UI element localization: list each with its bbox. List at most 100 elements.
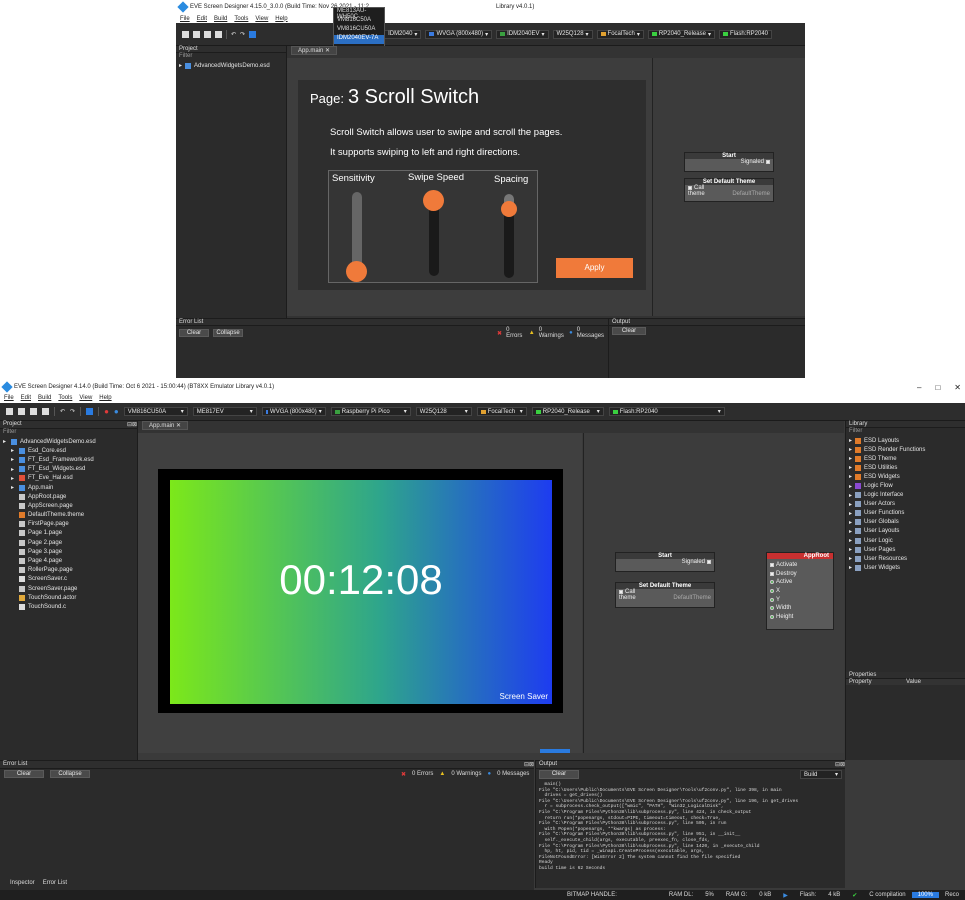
tab-inspector[interactable]: Inspector: [10, 880, 35, 890]
dropdown-item[interactable]: ME813AU-WH50C: [334, 8, 384, 20]
redo-icon[interactable]: ↷: [70, 408, 75, 415]
menu-build[interactable]: Build: [38, 395, 51, 401]
approot-pin[interactable]: X: [770, 587, 831, 596]
project-tree-item[interactable]: RollerPage.page: [0, 566, 137, 575]
signaled-pin[interactable]: Signaled: [685, 159, 773, 165]
approot-pin[interactable]: Destroy: [770, 570, 831, 579]
project-tree-item[interactable]: AppScreen.page: [0, 501, 137, 510]
project-tree-item[interactable]: Page 1.page: [0, 529, 137, 538]
top-node-set-default-theme[interactable]: Set Default Theme Call theme DefaultTheme: [684, 178, 774, 202]
minimize-icon[interactable]: –: [917, 383, 921, 392]
dropdown-item-selected[interactable]: IDM2040EV-7A: [334, 35, 384, 44]
library-item[interactable]: ▸ ESD Theme: [846, 454, 965, 463]
top-clear-button[interactable]: Clear: [179, 329, 210, 337]
save-icon[interactable]: [204, 30, 211, 38]
new-file-icon[interactable]: [6, 408, 13, 415]
sensitivity-slider-knob[interactable]: [346, 261, 367, 282]
theme-pin[interactable]: theme DefaultTheme: [616, 595, 714, 601]
build-icon[interactable]: [249, 30, 257, 38]
library-item[interactable]: ▸ User Functions: [846, 509, 965, 518]
theme-pin[interactable]: theme DefaultTheme: [685, 191, 773, 197]
library-item[interactable]: ▸ User Resources: [846, 554, 965, 563]
top-combo-resolution[interactable]: WVGA (800x480) ▾: [425, 29, 493, 39]
project-tree-item[interactable]: ▸ Esd_Core.esd: [0, 446, 137, 455]
approot-pin[interactable]: Active: [770, 578, 831, 587]
menu-file[interactable]: File: [180, 16, 190, 22]
library-item[interactable]: ▸ User Logic: [846, 536, 965, 545]
project-tree-item[interactable]: ScreenSaver.page: [0, 584, 137, 593]
project-tree-item[interactable]: Page 4.page: [0, 556, 137, 565]
menu-help[interactable]: Help: [99, 395, 111, 401]
clear-button[interactable]: Clear: [4, 770, 44, 778]
top-combo-touch[interactable]: FocalTech ▾: [596, 29, 644, 39]
top-combo-flash[interactable]: W25Q128 ▾: [552, 29, 593, 39]
open-file-icon[interactable]: [18, 408, 25, 415]
approot-pin[interactable]: Activate: [770, 561, 831, 570]
new-file-icon[interactable]: [182, 30, 189, 38]
main-combo-flash[interactable]: W25Q128 ▾: [415, 407, 472, 416]
tab-app-main[interactable]: App.main ✕: [291, 46, 338, 55]
library-item[interactable]: ▸ ESD Widgets: [846, 472, 965, 481]
library-item[interactable]: ▸ Logic Interface: [846, 491, 965, 500]
build-icon[interactable]: [86, 408, 94, 415]
project-filter[interactable]: Filter: [0, 429, 137, 435]
collapse-button[interactable]: Collapse: [50, 770, 90, 778]
undo-icon[interactable]: ↶: [60, 408, 65, 415]
tab-error-list[interactable]: Error List: [43, 880, 67, 890]
save-all-icon[interactable]: [42, 408, 49, 415]
menu-tools[interactable]: Tools: [234, 16, 248, 22]
top-combo-module[interactable]: IDM2040EV ▾: [496, 29, 549, 39]
main-combo-module[interactable]: ME817EV ▾: [192, 407, 257, 416]
menu-edit[interactable]: Edit: [197, 16, 207, 22]
project-tree-item[interactable]: ▸ FT_Eve_Hal.esd: [0, 474, 137, 483]
output-clear-button[interactable]: Clear: [539, 770, 579, 779]
dropdown-item[interactable]: VM816CU50A: [334, 26, 384, 35]
tab-app-main[interactable]: App.main ✕: [142, 421, 189, 430]
library-item[interactable]: ▸ User Actors: [846, 500, 965, 509]
main-combo-config[interactable]: RP2040_Release ▾: [531, 407, 604, 416]
top-combo-board[interactable]: IDM2040 ▾: [384, 29, 422, 39]
top-combo-config[interactable]: RP2040_Release ▾: [647, 29, 715, 39]
node-approot[interactable]: AppRoot Activate Destroy Active X Y Width Heig…: [766, 552, 834, 630]
approot-pin[interactable]: Width: [770, 604, 831, 613]
redo-icon[interactable]: ↷: [240, 31, 245, 38]
save-all-icon[interactable]: [215, 30, 222, 38]
main-combo-host[interactable]: Raspberry Pi Pico ▾: [330, 407, 411, 416]
swipe-speed-slider-knob[interactable]: [423, 190, 444, 211]
project-tree-item[interactable]: TouchSound.c: [0, 602, 137, 611]
library-item[interactable]: ▸ User Widgets: [846, 563, 965, 572]
menu-build[interactable]: Build: [214, 16, 227, 22]
top-output-clear-button[interactable]: Clear: [612, 327, 646, 335]
project-tree-item[interactable]: FirstPage.page: [0, 520, 137, 529]
top-collapse-button[interactable]: Collapse: [213, 329, 244, 337]
library-item[interactable]: ▸ ESD Render Functions: [846, 445, 965, 454]
record-icon[interactable]: ●: [104, 407, 109, 416]
library-item[interactable]: ▸ ESD Utilities: [846, 463, 965, 472]
project-tree-item[interactable]: ▸ App.main: [0, 483, 137, 492]
library-item[interactable]: ▸ ESD Layouts: [846, 436, 965, 445]
menu-edit[interactable]: Edit: [21, 395, 31, 401]
sync-icon[interactable]: ●: [114, 407, 119, 416]
close-icon[interactable]: ✕: [954, 383, 961, 392]
menu-tools[interactable]: Tools: [58, 395, 72, 401]
canvas-hscroll[interactable]: [540, 749, 570, 753]
project-tree-item[interactable]: Page 2.page: [0, 538, 137, 547]
approot-pin[interactable]: Height: [770, 613, 831, 622]
menu-view[interactable]: View: [255, 16, 268, 22]
approot-pin[interactable]: Y: [770, 595, 831, 604]
maximize-icon[interactable]: □: [935, 383, 940, 392]
dropdown-item[interactable]: VM816C50A: [334, 17, 384, 26]
menu-help[interactable]: Help: [275, 16, 287, 22]
top-node-start[interactable]: Start Signaled: [684, 152, 774, 172]
open-file-icon[interactable]: [193, 30, 200, 38]
spacing-slider-knob[interactable]: [501, 201, 517, 217]
project-tree-item[interactable]: TouchSound.actor: [0, 593, 137, 602]
project-tree-item[interactable]: AppRoot.page: [0, 492, 137, 501]
top-combo-flash-target[interactable]: Flash:RP2040: [718, 29, 773, 39]
signaled-pin[interactable]: Signaled: [616, 559, 714, 565]
apply-button[interactable]: Apply: [556, 258, 633, 278]
project-tree-item[interactable]: ▸ FT_Esd_Framework.esd: [0, 455, 137, 464]
menu-file[interactable]: File: [4, 395, 14, 401]
library-item[interactable]: ▸ Logic Flow: [846, 481, 965, 490]
node-start[interactable]: Start Signaled: [615, 552, 715, 572]
